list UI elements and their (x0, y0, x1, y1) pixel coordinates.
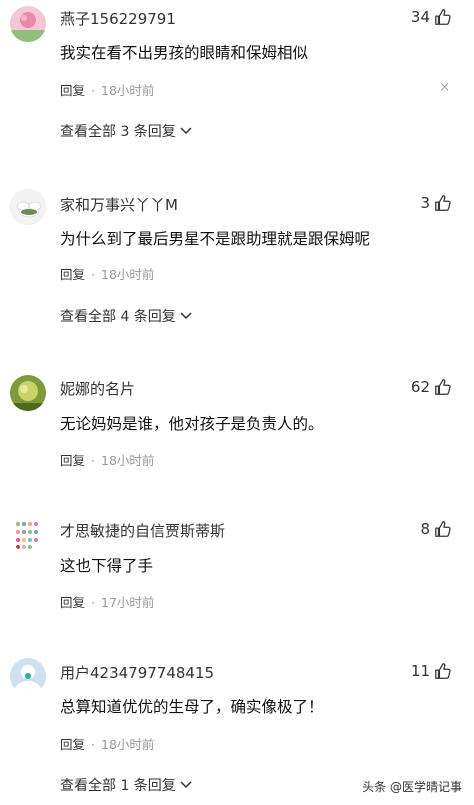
close-icon[interactable]: × (439, 80, 450, 95)
avatar[interactable] (10, 6, 46, 42)
view-all-replies-label: 查看全部 1 条回复 (60, 778, 176, 794)
comment-time: 17小时前 (101, 595, 155, 610)
like-count: 3 (420, 194, 430, 212)
comment-username[interactable]: 燕子156229791 (60, 8, 176, 29)
thumbs-up-icon[interactable] (434, 378, 452, 396)
comment-text: 为什么到了最后男星不是跟助理就是跟保姆呢 (60, 230, 371, 248)
chevron-down-icon (180, 781, 192, 789)
comment-meta: 回复 · 18小时前 (60, 450, 154, 469)
reply-button[interactable]: 回复 (60, 595, 85, 610)
avatar[interactable] (10, 658, 46, 694)
comment-text: 无论妈妈是谁，他对孩子是负责人的。 (60, 415, 324, 433)
like-count: 34 (410, 8, 430, 26)
comment-text: 我实在看不出男孩的眼睛和保姆相似 (60, 44, 309, 62)
comment-text: 总算知道优优的生母了，确实像极了！ (60, 698, 324, 716)
avatar[interactable] (10, 516, 46, 552)
thumbs-up-icon[interactable] (434, 194, 452, 212)
comment-time: 18小时前 (101, 83, 155, 98)
comment-meta: 回复 · 18小时前 (60, 264, 154, 283)
meta-separator: · (91, 267, 95, 282)
avatar[interactable] (10, 189, 46, 225)
thumbs-up-icon[interactable] (434, 520, 452, 538)
meta-separator: · (91, 83, 95, 98)
thumbs-up-icon[interactable] (434, 8, 452, 26)
reply-button[interactable]: 回复 (60, 737, 85, 752)
meta-separator: · (91, 595, 95, 610)
view-all-replies-button[interactable]: 查看全部 1 条回复 (60, 775, 192, 795)
meta-separator: · (91, 453, 95, 468)
view-all-replies-button[interactable]: 查看全部 4 条回复 (60, 306, 192, 326)
comment-time: 18小时前 (101, 267, 155, 282)
comment-text: 这也下得了手 (60, 557, 154, 575)
comment-username[interactable]: 家和万事兴丫丫M (60, 194, 178, 215)
reply-button[interactable]: 回复 (60, 267, 85, 282)
watermark: 头条 @医学晴记事 (358, 776, 466, 797)
comment-meta: 回复 · 17小时前 (60, 592, 154, 611)
comment-username[interactable]: 妮娜的名片 (60, 378, 135, 399)
comment-username[interactable]: 才思敏捷的自信贾斯蒂斯 (60, 520, 225, 541)
like-count: 8 (420, 520, 430, 538)
like-count: 11 (410, 662, 430, 680)
meta-separator: · (91, 737, 95, 752)
chevron-down-icon (180, 127, 192, 135)
reply-button[interactable]: 回复 (60, 453, 85, 468)
avatar[interactable] (10, 375, 46, 411)
view-all-replies-label: 查看全部 3 条回复 (60, 124, 176, 140)
thumbs-up-icon[interactable] (434, 662, 452, 680)
comment-meta: 回复 · 18小时前 (60, 80, 154, 99)
comment-meta: 回复 · 18小时前 (60, 734, 154, 753)
view-all-replies-label: 查看全部 4 条回复 (60, 309, 176, 325)
reply-button[interactable]: 回复 (60, 83, 85, 98)
comment-username[interactable]: 用户4234797748415 (60, 662, 214, 683)
comment-time: 18小时前 (101, 737, 155, 752)
view-all-replies-button[interactable]: 查看全部 3 条回复 (60, 121, 192, 141)
comment-time: 18小时前 (101, 453, 155, 468)
like-count: 62 (410, 378, 430, 396)
chevron-down-icon (180, 312, 192, 320)
